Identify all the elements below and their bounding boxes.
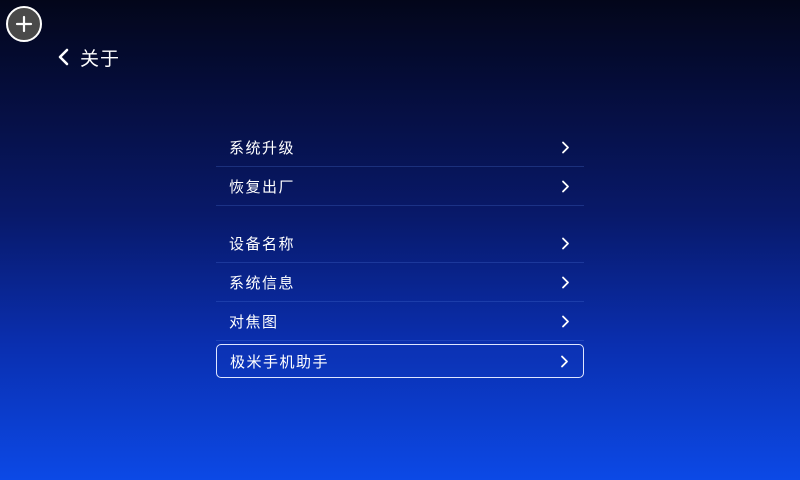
add-button[interactable] (6, 6, 42, 42)
chevron-right-icon (562, 180, 569, 192)
menu-item-label: 设备名称 (229, 234, 296, 253)
menu-item-label: 对焦图 (229, 312, 279, 331)
menu-item-focus-chart[interactable]: 对焦图 (216, 302, 584, 341)
chevron-right-icon (561, 355, 568, 367)
menu-item-phone-assistant[interactable]: 极米手机助手 (216, 344, 584, 378)
menu-item-system-info[interactable]: 系统信息 (216, 263, 584, 302)
page-title: 关于 (80, 47, 121, 70)
menu-item-label: 恢复出厂 (229, 177, 296, 196)
header: 关于 (56, 42, 120, 72)
plus-icon (15, 15, 33, 33)
menu-item-system-upgrade[interactable]: 系统升级 (216, 128, 584, 167)
menu-item-device-name[interactable]: 设备名称 (216, 224, 584, 263)
chevron-right-icon (562, 141, 569, 153)
menu-item-label: 系统升级 (229, 138, 296, 157)
menu-item-factory-reset[interactable]: 恢复出厂 (216, 167, 584, 206)
settings-menu: 系统升级 恢复出厂 设备名称 系统信息 对焦图 极米手机助手 (216, 128, 584, 378)
menu-item-label: 极米手机助手 (230, 352, 330, 371)
chevron-right-icon (562, 276, 569, 288)
chevron-right-icon (562, 315, 569, 327)
chevron-left-icon[interactable] (56, 47, 70, 67)
menu-item-label: 系统信息 (229, 273, 296, 292)
chevron-right-icon (562, 237, 569, 249)
group-divider (216, 206, 584, 224)
